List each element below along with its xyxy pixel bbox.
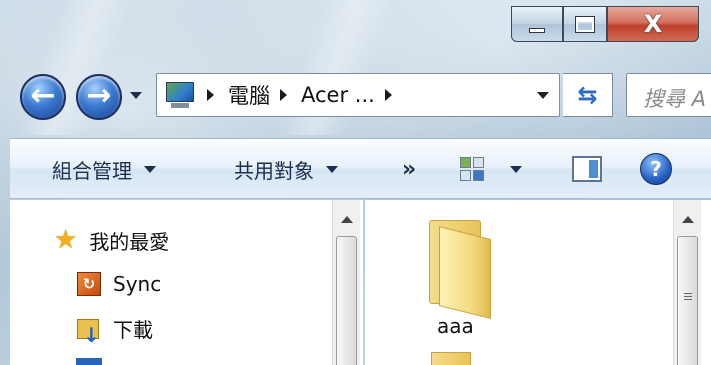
recent-pages-chevron-icon[interactable] <box>130 92 142 99</box>
minimize-button[interactable] <box>511 6 563 42</box>
computer-icon <box>163 80 197 110</box>
content-pane: aaa <box>365 200 711 365</box>
breadcrumb-separator-icon[interactable] <box>384 89 392 101</box>
maximize-button[interactable] <box>563 6 607 42</box>
command-bar: 組合管理 共用對象 » ? <box>10 138 711 199</box>
explorer-window: X ← → 電腦 Acer ... ⇆ 搜尋 A 組合管理 共用對象 » ? ★… <box>0 0 711 365</box>
breadcrumb-separator-icon[interactable] <box>207 89 214 101</box>
nav-item-label: Sync <box>113 272 162 296</box>
address-dropdown-icon[interactable] <box>537 91 549 99</box>
scroll-thumb[interactable] <box>677 236 698 365</box>
scroll-grip-icon <box>684 293 692 302</box>
change-view-button[interactable] <box>460 139 486 199</box>
scroll-up-icon[interactable] <box>341 216 353 223</box>
scroll-thumb[interactable] <box>336 236 357 365</box>
share-label: 共用對象 <box>234 158 314 183</box>
close-button[interactable]: X <box>607 6 699 42</box>
forward-arrow-icon: → <box>86 77 112 113</box>
search-input[interactable]: 搜尋 A <box>626 73 711 117</box>
chevron-down-icon <box>510 165 522 173</box>
share-with-menu[interactable]: 共用對象 <box>234 139 338 199</box>
nav-pane-scrollbar[interactable] <box>332 200 360 365</box>
nav-item-favorites[interactable]: ★ 我的最愛 <box>54 222 169 258</box>
breadcrumb-separator-icon[interactable] <box>280 89 287 101</box>
folder-icon[interactable] <box>431 352 471 365</box>
folder-label[interactable]: aaa <box>437 314 474 338</box>
minimize-icon <box>529 27 545 33</box>
more-commands-button[interactable]: » <box>402 139 416 199</box>
caption-buttons: X <box>511 6 699 42</box>
forward-button[interactable]: → <box>76 74 122 120</box>
maximize-icon <box>575 15 595 33</box>
nav-item-downloads[interactable]: ↓ 下載 <box>54 310 153 347</box>
chevron-down-icon <box>144 165 156 173</box>
breadcrumb-acer[interactable]: Acer ... <box>301 83 375 107</box>
chevron-down-icon <box>326 165 338 173</box>
help-button[interactable]: ? <box>640 139 672 199</box>
double-chevron-icon: » <box>402 156 417 182</box>
help-icon: ? <box>640 153 672 185</box>
preview-pane-icon <box>572 156 602 182</box>
view-options-dropdown[interactable] <box>510 139 522 199</box>
downloads-folder-icon: ↓ <box>77 315 101 347</box>
back-arrow-icon: ← <box>30 77 56 113</box>
back-button[interactable]: ← <box>20 74 66 120</box>
star-icon: ★ <box>54 225 78 255</box>
refresh-icon: ⇆ <box>577 81 598 109</box>
views-icon <box>460 157 486 181</box>
breadcrumb-computer[interactable]: 電腦 <box>228 80 270 110</box>
sync-icon: ↻ <box>77 272 101 296</box>
library-icon[interactable] <box>76 358 102 365</box>
nav-item-label: 下載 <box>113 317 153 342</box>
nav-item-sync[interactable]: ↻ Sync <box>54 266 161 302</box>
nav-item-label: 我的最愛 <box>89 229 170 254</box>
scroll-up-icon[interactable] <box>682 216 694 223</box>
organize-label: 組合管理 <box>52 158 132 183</box>
folder-icon[interactable] <box>429 216 497 319</box>
organize-menu[interactable]: 組合管理 <box>52 139 156 199</box>
preview-pane-button[interactable] <box>572 139 602 199</box>
address-bar[interactable]: 電腦 Acer ... <box>156 73 560 117</box>
close-icon: X <box>643 10 663 38</box>
content-scrollbar[interactable] <box>673 200 701 365</box>
navigation-pane: ★ 我的最愛 ↻ Sync ↓ 下載 <box>10 200 364 365</box>
refresh-button[interactable]: ⇆ <box>563 73 613 117</box>
